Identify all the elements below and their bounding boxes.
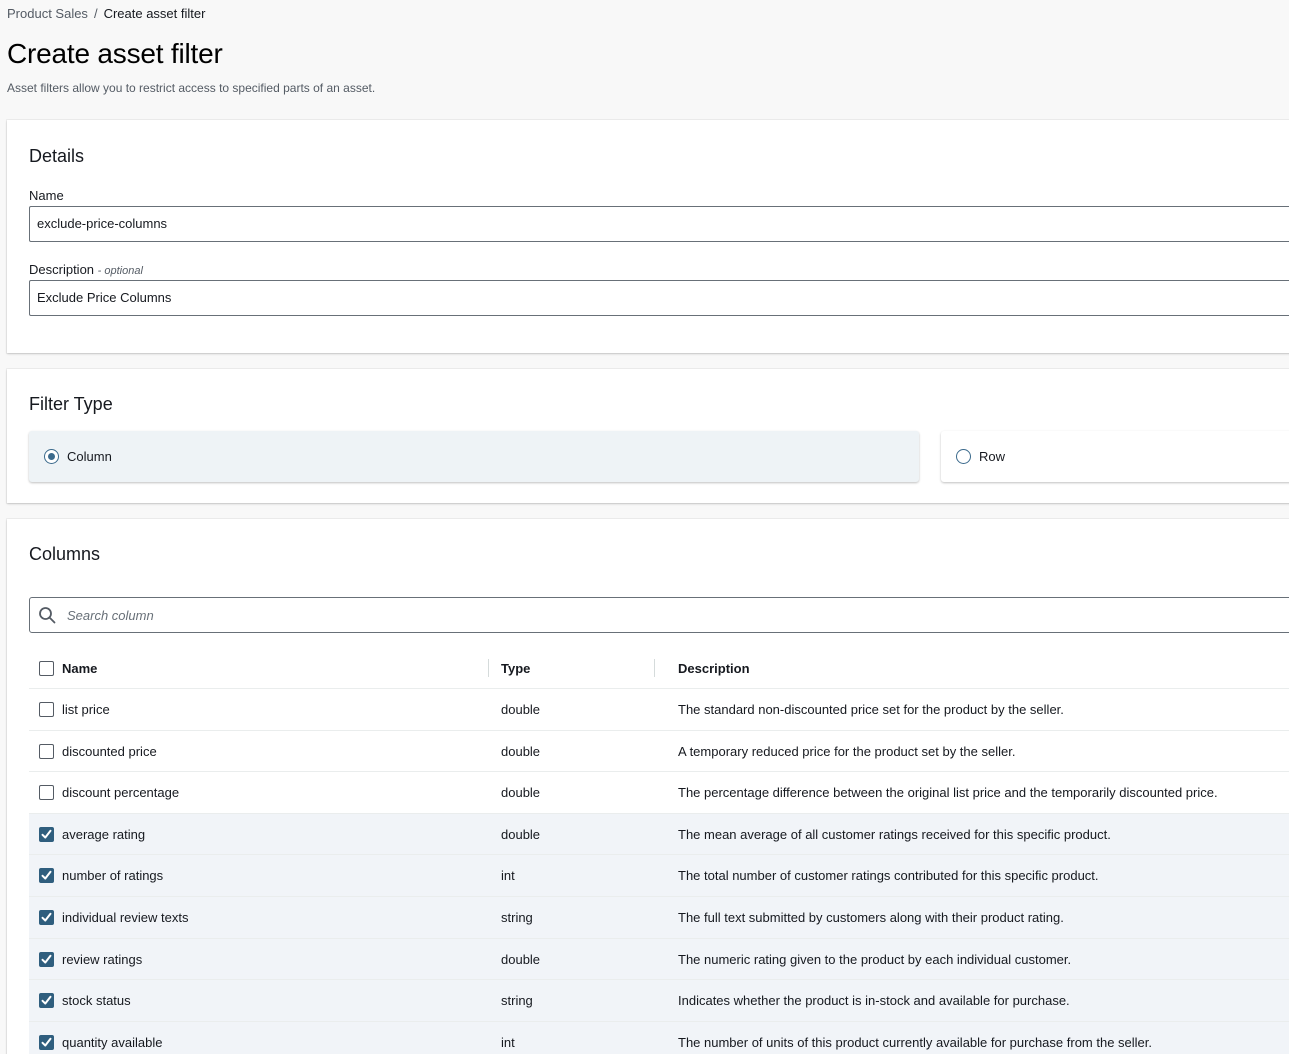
column-description: The standard non-discounted price set fo… (678, 702, 1064, 717)
column-description: The number of units of this product curr… (678, 1034, 1153, 1050)
table-body: list price double The standard non-discoun… (29, 689, 1289, 1054)
header-name-cell: Name (39, 647, 97, 689)
details-panel: Details Name exclude-price-columns Descr… (7, 120, 1289, 353)
column-type: double (501, 951, 541, 967)
breadcrumb-separator: / (93, 6, 98, 21)
column-radio-label: Column (67, 449, 112, 464)
row-name-cell: review ratings (39, 939, 142, 980)
row-checkbox[interactable] (39, 993, 54, 1009)
row-radio-label: Row (979, 449, 1006, 464)
table-row[interactable]: number of ratings int The total number of … (29, 855, 1289, 897)
row-checkbox[interactable] (39, 951, 54, 967)
row-checkbox[interactable] (39, 826, 54, 842)
column-type: int (501, 1034, 515, 1050)
description-label: Description - optional (29, 262, 143, 277)
check-icon (41, 954, 52, 964)
column-description: A temporary reduced price for the produc… (678, 743, 1016, 759)
table-row[interactable]: stock status string Indicates whether the … (29, 980, 1289, 1022)
column-name: quantity available (62, 1034, 163, 1050)
optional-hint: - optional (97, 265, 143, 277)
breadcrumb-product-sales[interactable]: Product Sales (7, 6, 88, 21)
check-icon (41, 912, 52, 922)
column-description: The numeric rating given to the product … (678, 951, 1072, 967)
column-name: individual review texts (62, 909, 189, 925)
header-name[interactable]: Name (62, 661, 97, 676)
create-asset-filter-page: Product Sales / Create asset filter Crea… (0, 0, 1289, 1054)
column-type: double (501, 785, 541, 801)
column-name: list price (62, 702, 110, 717)
row-name-cell: discount percentage (39, 772, 179, 813)
select-all-checkbox[interactable] (39, 660, 54, 676)
breadcrumb: Product Sales / Create asset filter (7, 6, 205, 21)
name-label: Name (29, 188, 64, 203)
table-row[interactable]: review ratings double The numeric rating g… (29, 938, 1289, 981)
filter-type-row-tile[interactable]: Row (941, 431, 1289, 482)
row-name-cell: stock status (39, 980, 131, 1021)
column-divider[interactable] (488, 659, 489, 677)
description-input[interactable]: Exclude Price Columns (29, 280, 1289, 316)
header-description[interactable]: Description (678, 647, 750, 689)
check-icon (41, 829, 52, 839)
table-row[interactable]: discount percentage double The percentage … (29, 772, 1289, 814)
column-name: stock status (62, 993, 131, 1009)
column-description: The mean average of all customer ratings… (678, 826, 1111, 842)
column-type: string (501, 909, 533, 925)
page-description: Asset filters allow you to restrict acce… (7, 81, 376, 95)
table-row[interactable]: individual review texts string The full te… (29, 896, 1289, 939)
filter-type-panel: Filter Type Column Row (7, 369, 1289, 503)
description-label-text: Description (29, 262, 95, 277)
column-description: The total number of customer ratings con… (678, 868, 1099, 884)
column-description: Indicates whether the product is in-stoc… (678, 993, 1070, 1009)
column-name: average rating (62, 826, 146, 842)
filter-type-column-tile[interactable]: Column (29, 431, 919, 482)
page-title: Create asset filter (7, 38, 223, 69)
filter-type-title: Filter Type (29, 394, 113, 414)
table-row[interactable]: quantity available int The number of units… (29, 1021, 1289, 1054)
columns-title: Columns (29, 544, 101, 564)
row-checkbox[interactable] (39, 785, 54, 801)
row-checkbox[interactable] (39, 743, 54, 759)
check-icon (41, 871, 52, 880)
row-checkbox[interactable] (39, 909, 54, 925)
column-type: double (501, 743, 541, 759)
column-type: string (501, 993, 533, 1009)
row-name-cell: list price (39, 689, 110, 730)
check-icon (41, 995, 52, 1005)
column-name: discount percentage (62, 785, 180, 801)
details-title: Details (29, 146, 85, 166)
row-name-cell: number of ratings (39, 855, 163, 896)
columns-table: Name Type Description list price double Th… (29, 647, 1289, 1054)
column-divider[interactable] (654, 659, 655, 677)
row-name-cell: quantity available (39, 1022, 162, 1054)
column-type: double (501, 702, 541, 717)
search-icon (39, 607, 56, 624)
row-radio[interactable] (956, 449, 971, 464)
row-name-cell: discounted price (39, 731, 157, 772)
columns-panel: Columns Name Type Description list price… (7, 519, 1289, 1054)
search-column-input[interactable] (67, 607, 467, 623)
row-name-cell: individual review texts (39, 897, 188, 938)
header-type[interactable]: Type (501, 647, 530, 689)
column-type: int (501, 868, 515, 884)
check-icon (41, 1037, 52, 1047)
table-header: Name Type Description (29, 647, 1289, 689)
breadcrumb-current: Create asset filter (103, 6, 206, 21)
name-input[interactable]: exclude-price-columns (29, 206, 1289, 242)
row-checkbox[interactable] (39, 702, 54, 717)
search-column-box[interactable] (29, 597, 1289, 633)
table-row[interactable]: average rating double The mean average of … (29, 813, 1289, 856)
column-type: double (501, 826, 541, 842)
table-row[interactable]: discounted price double A temporary reduce… (29, 731, 1289, 773)
table-row[interactable]: list price double The standard non-discoun… (29, 689, 1289, 731)
column-description: The percentage difference between the or… (678, 785, 1218, 801)
column-name: discounted price (62, 743, 157, 759)
row-checkbox[interactable] (39, 868, 54, 884)
column-name: number of ratings (62, 868, 164, 884)
column-name: review ratings (62, 951, 143, 967)
row-checkbox[interactable] (39, 1034, 54, 1050)
column-radio[interactable] (44, 449, 59, 464)
column-description: The full text submitted by customers alo… (678, 909, 1064, 925)
row-name-cell: average rating (39, 814, 145, 855)
